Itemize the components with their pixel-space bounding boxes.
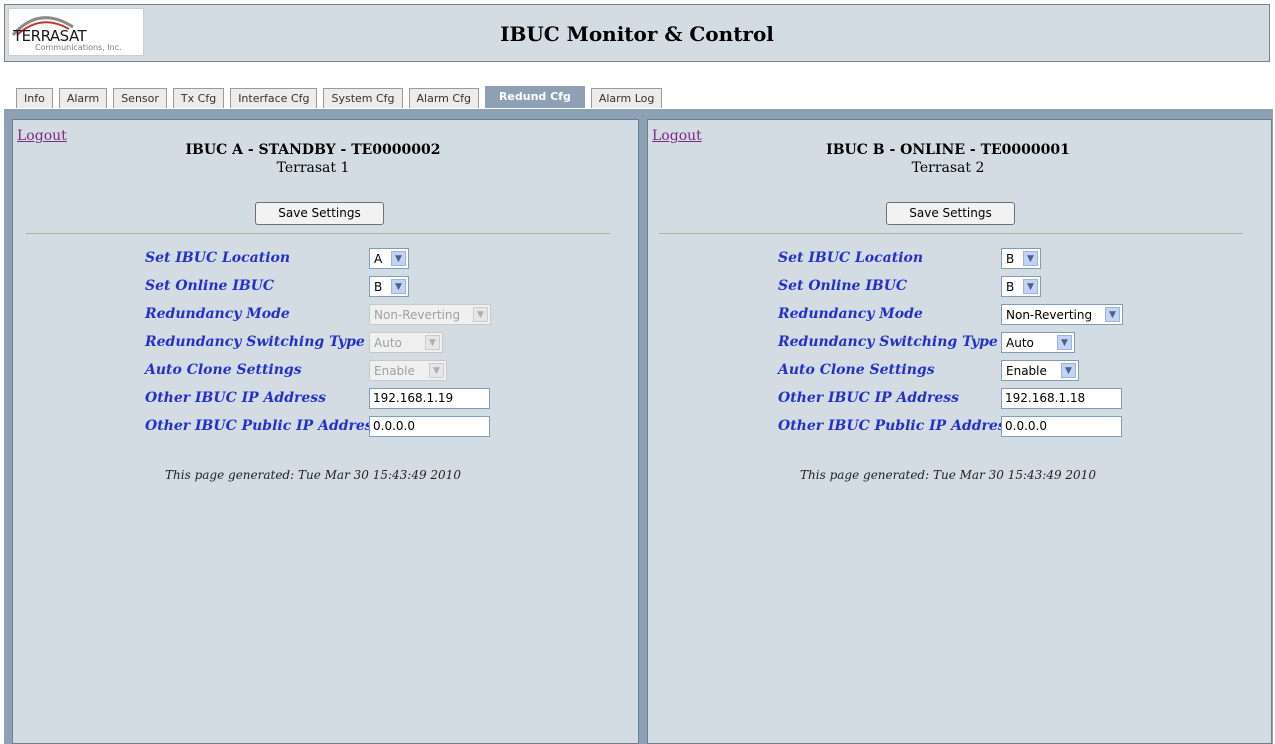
chevron-down-icon: ▼: [473, 307, 488, 322]
chevron-down-icon: ▼: [1061, 363, 1076, 378]
tab-info[interactable]: Info: [16, 88, 53, 108]
other-ip-input[interactable]: 192.168.1.19: [369, 388, 490, 409]
app-header: TERRASAT Communications, Inc. IBUC Monit…: [4, 4, 1270, 62]
tab-bar: Info Alarm Sensor Tx Cfg Interface Cfg S…: [16, 86, 668, 109]
generated-timestamp: This page generated: Tue Mar 30 15:43:49…: [165, 468, 461, 482]
tab-system-cfg[interactable]: System Cfg: [323, 88, 403, 108]
set-online-select[interactable]: B ▼: [369, 276, 409, 297]
ibuc-a-panel: Logout IBUC A - STANDBY - TE0000002 Terr…: [12, 119, 639, 744]
set-location-select[interactable]: B ▼: [1001, 248, 1041, 269]
tab-alarm-cfg[interactable]: Alarm Cfg: [408, 88, 479, 108]
select-value: Enable: [1006, 363, 1047, 378]
tab-alarm-log[interactable]: Alarm Log: [590, 88, 663, 108]
panel-title: IBUC B - ONLINE - TE0000001: [826, 142, 1070, 158]
select-value: A: [374, 251, 383, 266]
save-settings-button[interactable]: Save Settings: [255, 202, 384, 225]
set-location-select[interactable]: A ▼: [369, 248, 409, 269]
chevron-down-icon: ▼: [391, 279, 406, 294]
set-location-label: Set IBUC Location: [778, 250, 924, 266]
select-value: Enable: [374, 363, 415, 378]
set-online-label: Set Online IBUC: [145, 278, 275, 294]
auto-clone-label: Auto Clone Settings: [145, 362, 302, 378]
tab-tx-cfg[interactable]: Tx Cfg: [172, 88, 225, 108]
save-settings-button[interactable]: Save Settings: [886, 202, 1015, 225]
ibuc-b-panel: Logout IBUC B - ONLINE - TE0000001 Terra…: [647, 119, 1272, 744]
redundancy-mode-label: Redundancy Mode: [778, 306, 923, 322]
chevron-down-icon: ▼: [1105, 307, 1120, 322]
panel-title: IBUC A - STANDBY - TE0000002: [185, 142, 441, 158]
select-value: Auto: [374, 335, 402, 350]
select-value: Non-Reverting: [1006, 307, 1093, 322]
select-value: Auto: [1006, 335, 1034, 350]
auto-clone-label: Auto Clone Settings: [778, 362, 935, 378]
auto-clone-select[interactable]: Enable ▼: [369, 360, 447, 381]
switching-type-label: Redundancy Switching Type: [145, 334, 365, 350]
other-ip-label: Other IBUC IP Address: [145, 390, 327, 406]
select-value: B: [374, 279, 383, 294]
divider: [26, 233, 610, 234]
switching-type-select[interactable]: Auto ▼: [369, 332, 443, 353]
page-title: IBUC Monitor & Control: [500, 22, 774, 46]
select-value: Non-Reverting: [374, 307, 461, 322]
chevron-down-icon: ▼: [1023, 279, 1038, 294]
switching-type-label: Redundancy Switching Type: [778, 334, 998, 350]
other-ip-input[interactable]: 192.168.1.18: [1001, 388, 1122, 409]
public-ip-label: Other IBUC Public IP Address: [778, 418, 1014, 434]
other-ip-label: Other IBUC IP Address: [778, 390, 960, 406]
chevron-down-icon: ▼: [429, 363, 444, 378]
chevron-down-icon: ▼: [391, 251, 406, 266]
set-location-label: Set IBUC Location: [145, 250, 291, 266]
divider: [659, 233, 1243, 234]
switching-type-select[interactable]: Auto ▼: [1001, 332, 1075, 353]
public-ip-label: Other IBUC Public IP Address: [145, 418, 381, 434]
chevron-down-icon: ▼: [1057, 335, 1072, 350]
select-value: B: [1006, 279, 1015, 294]
panel-subtitle: Terrasat 2: [911, 160, 985, 176]
redundancy-mode-label: Redundancy Mode: [145, 306, 290, 322]
redundancy-mode-select[interactable]: Non-Reverting ▼: [369, 304, 491, 325]
set-online-label: Set Online IBUC: [778, 278, 908, 294]
tab-alarm[interactable]: Alarm: [58, 88, 108, 108]
content-frame: Logout IBUC A - STANDBY - TE0000002 Terr…: [4, 109, 1273, 744]
chevron-down-icon: ▼: [1023, 251, 1038, 266]
generated-timestamp: This page generated: Tue Mar 30 15:43:49…: [800, 468, 1096, 482]
chevron-down-icon: ▼: [425, 335, 440, 350]
public-ip-input[interactable]: 0.0.0.0: [369, 416, 490, 437]
tab-sensor[interactable]: Sensor: [113, 88, 167, 108]
panel-subtitle: Terrasat 1: [276, 160, 350, 176]
public-ip-input[interactable]: 0.0.0.0: [1001, 416, 1122, 437]
select-value: B: [1006, 251, 1015, 266]
set-online-select[interactable]: B ▼: [1001, 276, 1041, 297]
auto-clone-select[interactable]: Enable ▼: [1001, 360, 1079, 381]
redundancy-mode-select[interactable]: Non-Reverting ▼: [1001, 304, 1123, 325]
tab-redund-cfg[interactable]: Redund Cfg: [484, 86, 585, 108]
tab-interface-cfg[interactable]: Interface Cfg: [230, 88, 318, 108]
